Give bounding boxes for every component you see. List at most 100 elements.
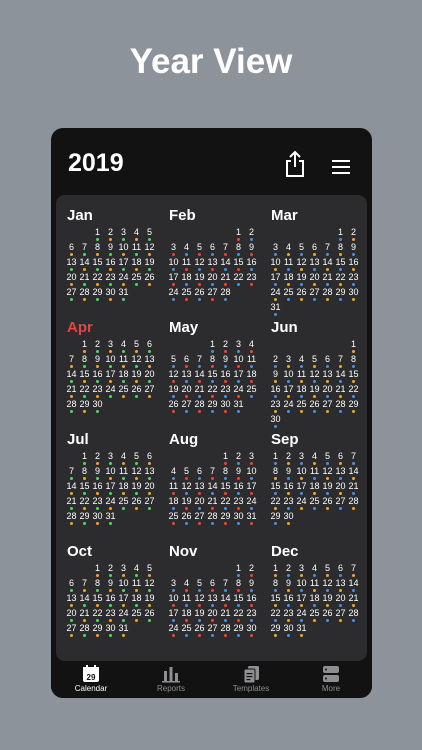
- day-cell[interactable]: 31: [295, 623, 308, 638]
- day-cell[interactable]: 3: [104, 451, 117, 466]
- day-cell[interactable]: 17: [117, 593, 130, 608]
- day-cell[interactable]: 21: [193, 384, 206, 399]
- day-cell[interactable]: 3: [117, 227, 130, 242]
- day-cell[interactable]: 25: [180, 623, 193, 638]
- day-cell[interactable]: 22: [91, 272, 104, 287]
- day-cell[interactable]: 25: [308, 496, 321, 511]
- day-cell[interactable]: 20: [206, 272, 219, 287]
- day-cell[interactable]: 8: [78, 466, 91, 481]
- day-cell[interactable]: 8: [206, 354, 219, 369]
- day-cell[interactable]: 28: [193, 399, 206, 414]
- day-cell[interactable]: 31: [232, 399, 245, 414]
- day-cell[interactable]: 14: [334, 369, 347, 384]
- month-may[interactable]: May 1 2 3 4 5 6 7 8 9 10 11 12 13 14 15 16 17 18 19 20 21 22 23…: [167, 319, 263, 427]
- day-cell[interactable]: 25: [295, 399, 308, 414]
- day-cell[interactable]: 10: [282, 369, 295, 384]
- day-cell[interactable]: 1: [232, 563, 245, 578]
- day-cell[interactable]: 22: [269, 496, 282, 511]
- day-cell[interactable]: 8: [269, 578, 282, 593]
- day-cell[interactable]: 9: [245, 578, 258, 593]
- day-cell[interactable]: 6: [334, 451, 347, 466]
- day-cell[interactable]: 7: [193, 354, 206, 369]
- day-cell[interactable]: 28: [65, 399, 78, 414]
- day-cell[interactable]: 9: [104, 242, 117, 257]
- day-cell[interactable]: 16: [245, 593, 258, 608]
- day-cell[interactable]: 22: [78, 384, 91, 399]
- month-jun[interactable]: Jun 1 2 3 4 5 6 7 8 9 10 11 12 13 14 15 16 17 18 19 20 21 22 23…: [269, 319, 365, 428]
- day-cell[interactable]: 22: [219, 496, 232, 511]
- day-cell[interactable]: 26: [130, 384, 143, 399]
- day-cell[interactable]: 14: [193, 369, 206, 384]
- day-cell[interactable]: 20: [206, 608, 219, 623]
- day-cell[interactable]: 19: [143, 257, 156, 272]
- day-cell[interactable]: 12: [180, 481, 193, 496]
- day-cell[interactable]: 1: [347, 339, 360, 354]
- day-cell[interactable]: 9: [269, 369, 282, 384]
- day-cell[interactable]: 9: [91, 354, 104, 369]
- day-cell[interactable]: 29: [232, 623, 245, 638]
- day-cell[interactable]: 13: [180, 369, 193, 384]
- day-cell[interactable]: 7: [334, 354, 347, 369]
- day-cell[interactable]: 22: [206, 384, 219, 399]
- day-cell[interactable]: 28: [78, 623, 91, 638]
- day-cell[interactable]: 21: [347, 481, 360, 496]
- day-cell[interactable]: 22: [78, 496, 91, 511]
- day-cell[interactable]: 12: [143, 578, 156, 593]
- day-cell[interactable]: 19: [321, 481, 334, 496]
- day-cell[interactable]: 21: [347, 593, 360, 608]
- day-cell[interactable]: 25: [308, 608, 321, 623]
- day-cell[interactable]: 15: [347, 369, 360, 384]
- day-cell[interactable]: 23: [219, 384, 232, 399]
- day-cell[interactable]: 31: [104, 511, 117, 526]
- day-cell[interactable]: 11: [117, 466, 130, 481]
- day-cell[interactable]: 27: [193, 511, 206, 526]
- day-cell[interactable]: 13: [65, 593, 78, 608]
- day-cell[interactable]: 23: [91, 496, 104, 511]
- day-cell[interactable]: 17: [232, 369, 245, 384]
- day-cell[interactable]: 24: [295, 608, 308, 623]
- day-cell[interactable]: 22: [232, 608, 245, 623]
- day-cell[interactable]: 11: [308, 466, 321, 481]
- month-aug[interactable]: Aug 1 2 3 4 5 6 7 8 9 10 11 12 13 14 15 16 17 18 19 20 21 22 23…: [167, 431, 263, 539]
- day-cell[interactable]: 20: [65, 272, 78, 287]
- day-cell[interactable]: 1: [91, 563, 104, 578]
- day-cell[interactable]: 19: [143, 593, 156, 608]
- day-cell[interactable]: 19: [180, 496, 193, 511]
- day-cell[interactable]: 17: [295, 481, 308, 496]
- day-cell[interactable]: 20: [308, 272, 321, 287]
- day-cell[interactable]: 17: [117, 257, 130, 272]
- day-cell[interactable]: 3: [167, 578, 180, 593]
- day-cell[interactable]: 21: [219, 608, 232, 623]
- day-cell[interactable]: 7: [321, 242, 334, 257]
- day-cell[interactable]: 13: [143, 354, 156, 369]
- day-cell[interactable]: 1: [78, 339, 91, 354]
- day-cell[interactable]: 22: [232, 272, 245, 287]
- day-cell[interactable]: 7: [347, 563, 360, 578]
- day-cell[interactable]: 23: [245, 608, 258, 623]
- day-cell[interactable]: 14: [347, 578, 360, 593]
- day-cell[interactable]: 2: [232, 451, 245, 466]
- day-cell[interactable]: 29: [91, 623, 104, 638]
- day-cell[interactable]: 14: [321, 257, 334, 272]
- day-cell[interactable]: 2: [104, 227, 117, 242]
- day-cell[interactable]: 2: [282, 451, 295, 466]
- day-cell[interactable]: 10: [245, 466, 258, 481]
- day-cell[interactable]: 11: [282, 257, 295, 272]
- day-cell[interactable]: 14: [78, 257, 91, 272]
- day-cell[interactable]: 5: [143, 563, 156, 578]
- day-cell[interactable]: 8: [269, 466, 282, 481]
- day-cell[interactable]: 8: [219, 466, 232, 481]
- day-cell[interactable]: 28: [78, 287, 91, 302]
- day-cell[interactable]: 24: [232, 384, 245, 399]
- day-cell[interactable]: 15: [269, 593, 282, 608]
- day-cell[interactable]: 31: [117, 623, 130, 638]
- day-cell[interactable]: 7: [65, 354, 78, 369]
- day-cell[interactable]: 4: [180, 578, 193, 593]
- day-cell[interactable]: 22: [347, 384, 360, 399]
- day-cell[interactable]: 2: [91, 451, 104, 466]
- day-cell[interactable]: 24: [295, 496, 308, 511]
- day-cell[interactable]: 26: [295, 287, 308, 302]
- day-cell[interactable]: 19: [130, 481, 143, 496]
- tab-calendar[interactable]: 29 Calendar: [56, 665, 126, 693]
- month-apr[interactable]: Apr 1 2 3 4 5 6 7 8 9 10 11 12 13 14 15 16 17 18 19 20 21 22 23…: [65, 319, 161, 427]
